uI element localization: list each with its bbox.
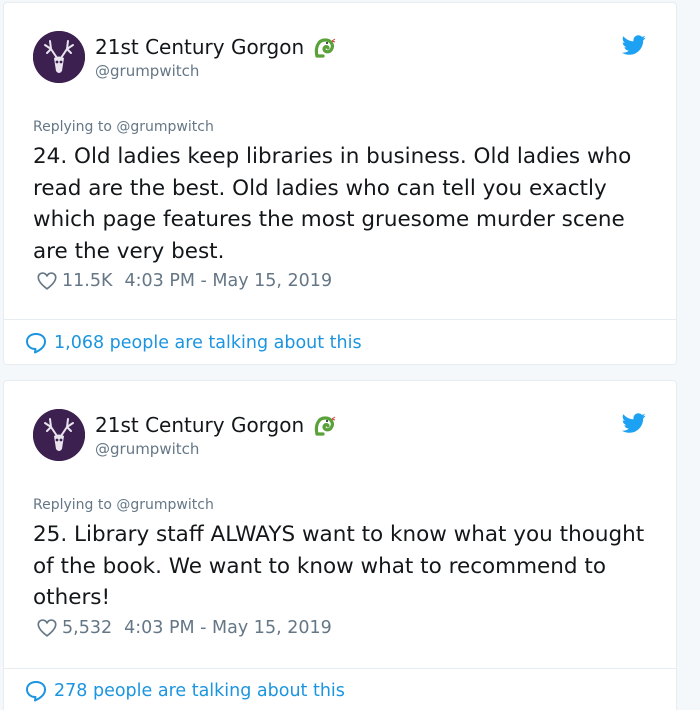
snake-icon xyxy=(314,38,336,58)
speech-bubble-icon xyxy=(26,681,46,702)
avatar[interactable] xyxy=(33,409,85,461)
tweet-meta: 11.5K 4:03 PM - May 15, 2019 xyxy=(36,270,332,292)
stag-skull-icon xyxy=(33,409,85,461)
like-count: 11.5K xyxy=(62,271,113,291)
divider xyxy=(4,668,676,669)
tweet-text: 25. Library staff ALWAYS want to know wh… xyxy=(33,522,645,610)
tweet-card: 21st Century Gorgon @grumpwitch Replying… xyxy=(3,2,677,365)
tweet-author[interactable]: 21st Century Gorgon @grumpwitch xyxy=(33,31,338,83)
tweet-meta: 5,532 4:03 PM - May 15, 2019 xyxy=(36,617,332,639)
talking-link[interactable]: 278 people are talking about this xyxy=(24,679,345,703)
replying-to[interactable]: Replying to @grumpwitch xyxy=(33,497,214,513)
timestamp[interactable]: 4:03 PM - May 15, 2019 xyxy=(124,618,332,638)
heart-icon[interactable] xyxy=(36,617,58,639)
display-name[interactable]: 21st Century Gorgon xyxy=(95,33,304,61)
speech-bubble-icon xyxy=(26,333,46,354)
timestamp[interactable]: 4:03 PM - May 15, 2019 xyxy=(124,271,332,291)
tweet-text: 24. Old ladies keep libraries in busines… xyxy=(33,144,632,264)
page: 21st Century Gorgon @grumpwitch Replying… xyxy=(0,0,700,710)
like-count: 5,532 xyxy=(62,618,113,638)
talking-text[interactable]: 278 people are talking about this xyxy=(54,681,345,701)
avatar[interactable] xyxy=(33,31,85,83)
tweet-card: 21st Century Gorgon @grumpwitch Replying… xyxy=(3,380,677,710)
divider xyxy=(4,319,676,320)
heart-icon[interactable] xyxy=(36,270,58,292)
twitter-bird-icon[interactable] xyxy=(622,411,646,435)
stag-skull-icon xyxy=(33,31,85,83)
twitter-bird-icon[interactable] xyxy=(622,33,646,57)
handle[interactable]: @grumpwitch xyxy=(95,439,338,459)
tweet-author[interactable]: 21st Century Gorgon @grumpwitch xyxy=(33,409,338,461)
replying-to[interactable]: Replying to @grumpwitch xyxy=(33,119,214,135)
handle[interactable]: @grumpwitch xyxy=(95,61,338,81)
talking-text[interactable]: 1,068 people are talking about this xyxy=(54,333,362,353)
talking-link[interactable]: 1,068 people are talking about this xyxy=(24,331,362,355)
snake-icon xyxy=(314,416,336,436)
display-name[interactable]: 21st Century Gorgon xyxy=(95,411,304,439)
